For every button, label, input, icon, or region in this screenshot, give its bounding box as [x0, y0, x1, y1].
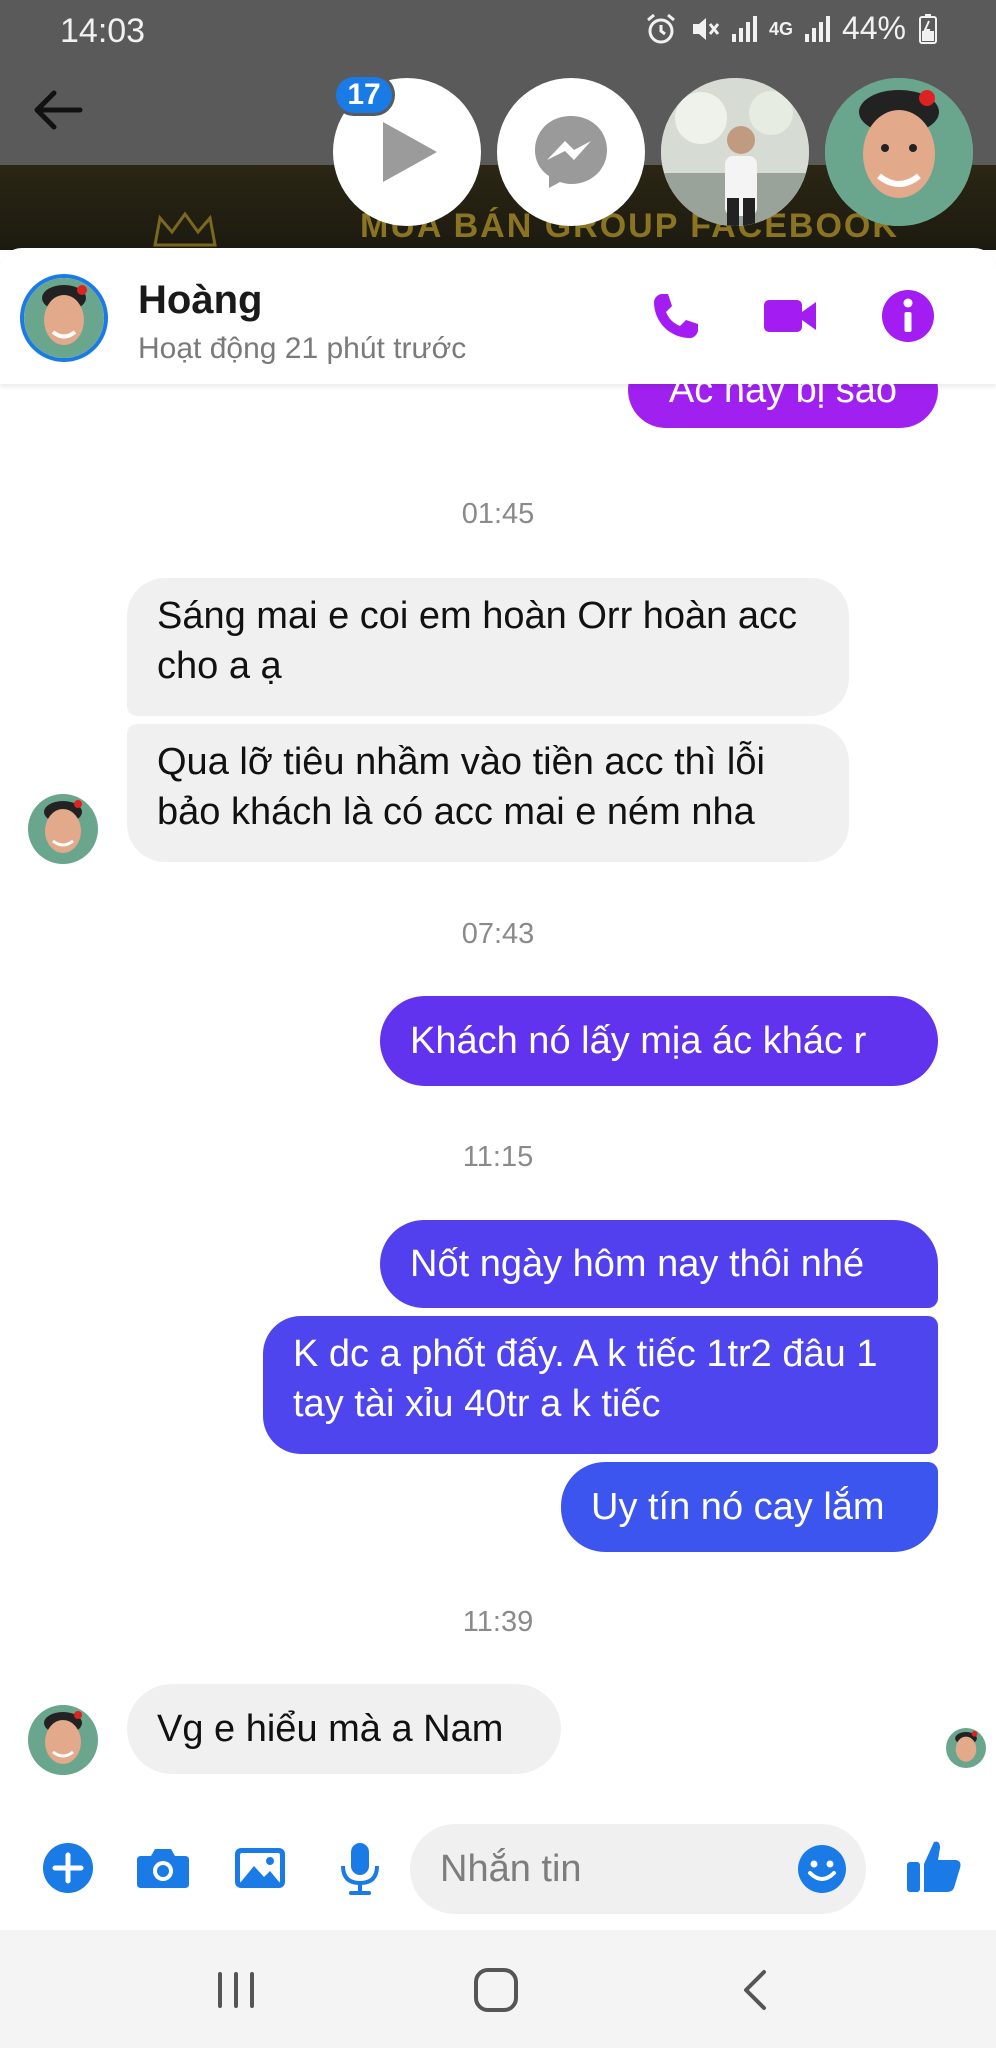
message-bubble-outgoing[interactable]: K dc a phốt đấy. A k tiếc 1tr2 đâu 1 tay…: [263, 1316, 938, 1454]
contact-chat-head[interactable]: [661, 78, 809, 226]
microphone-icon[interactable]: [332, 1840, 388, 1896]
composer-bar: [0, 1810, 996, 1930]
back-arrow-icon[interactable]: [28, 85, 88, 135]
signal-icon: [804, 15, 830, 42]
gallery-icon[interactable]: [232, 1840, 288, 1896]
hoang-chat-head[interactable]: [825, 78, 973, 226]
hoang-avatar-photo: [28, 794, 98, 864]
plus-icon[interactable]: [40, 1840, 96, 1896]
timestamp: 07:43: [461, 918, 535, 950]
status-time: 14:03: [60, 12, 146, 50]
battery-percent: 44%: [841, 10, 906, 46]
back-nav-icon[interactable]: [726, 1962, 786, 2018]
avatar[interactable]: [28, 794, 98, 864]
crown-icon: [153, 211, 217, 247]
conversation-header: Hoàng Hoạt động 21 phút trước: [0, 248, 996, 384]
timestamp: 01:45: [461, 498, 535, 530]
system-nav-bar: [0, 1930, 996, 2048]
messenger-chat-head[interactable]: [497, 78, 645, 226]
battery-icon: [919, 13, 937, 44]
emoji-icon[interactable]: [796, 1843, 848, 1895]
message-list: Ác này bị sao 01:45 Sáng mai e coi em ho…: [0, 384, 996, 1810]
alarm-icon: [646, 13, 675, 43]
contact-photo: [661, 78, 809, 226]
hoang-photo: [825, 78, 973, 226]
video-call-icon[interactable]: [762, 288, 818, 344]
message-bubble-outgoing[interactable]: Uy tín nó cay lắm: [561, 1462, 938, 1552]
message-bubble-incoming[interactable]: Vg e hiểu mà a Nam: [127, 1684, 561, 1774]
signal-icon: [731, 15, 757, 42]
status-icons: 4G 44%: [644, 10, 938, 47]
hoang-avatar-photo: [24, 278, 104, 358]
hoang-avatar-photo: [946, 1728, 986, 1768]
unread-badge: 17: [333, 74, 395, 116]
read-receipt-avatar: [946, 1728, 986, 1768]
active-status: Hoạt động 21 phút trước: [138, 332, 467, 365]
recent-apps-icon[interactable]: [206, 1962, 266, 2018]
network-type: 4G: [768, 18, 793, 39]
like-thumb-icon[interactable]: [904, 1836, 964, 1896]
info-icon[interactable]: [880, 288, 936, 344]
hoang-avatar-photo: [28, 1705, 98, 1775]
phone-icon[interactable]: [648, 288, 704, 344]
message-bubble-incoming[interactable]: Sáng mai e coi em hoàn Orr hoàn acc cho …: [127, 578, 849, 716]
avatar[interactable]: [20, 274, 108, 362]
message-bubble-outgoing[interactable]: Khách nó lấy mịa ác khác r: [380, 996, 938, 1086]
timestamp: 11:39: [462, 1606, 534, 1638]
avatar[interactable]: [28, 1705, 98, 1775]
home-icon[interactable]: [466, 1962, 526, 2018]
timestamp: 11:15: [462, 1141, 534, 1173]
message-bubble-outgoing[interactable]: Nốt ngày hôm nay thôi nhé: [380, 1220, 938, 1308]
camera-icon[interactable]: [135, 1840, 191, 1896]
message-bubble-incoming[interactable]: Qua lỡ tiêu nhầm vào tiền acc thì lỗi bả…: [127, 724, 849, 862]
messenger-icon: [535, 116, 607, 188]
message-bubble-outgoing[interactable]: Ác này bị sao: [628, 384, 938, 428]
mute-icon: [692, 17, 720, 40]
contact-name: Hoàng: [138, 278, 263, 322]
play-icon: [383, 122, 437, 182]
